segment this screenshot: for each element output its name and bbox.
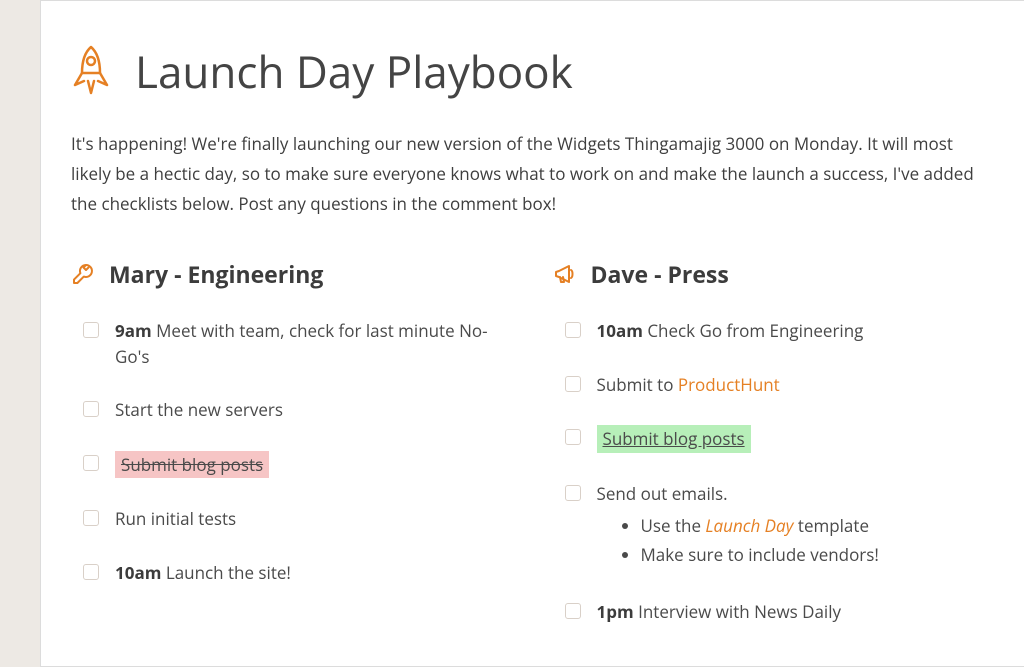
task-text: Start the new servers [115,397,513,423]
task-text: 1pm Interview with News Daily [597,599,995,625]
checkbox[interactable] [565,429,581,445]
checkbox[interactable] [83,455,99,471]
checklist-engineering: 9am Meet with team, check for last minut… [71,318,513,585]
task-body: Launch the site! [166,561,291,584]
task-time: 10am [115,561,161,584]
sub-prefix: Use the [641,514,706,537]
list-item: Submit blog posts [565,425,995,453]
list-item: 1pm Interview with News Daily [565,599,995,625]
wrench-icon [71,262,95,286]
column-engineering: Mary - Engineering 9am Meet with team, c… [71,258,513,652]
task-time: 1pm [597,600,634,623]
list-item: Start the new servers [83,397,513,423]
checkbox[interactable] [83,401,99,417]
intro-paragraph: It's happening! We're finally launching … [71,129,994,218]
section-head-engineering: Mary - Engineering [71,258,513,290]
checkbox[interactable] [83,510,99,526]
document-page: Launch Day Playbook It's happening! We'r… [40,0,1024,667]
checkbox[interactable] [83,564,99,580]
list-item: 10am Check Go from Engineering [565,318,995,344]
task-time: 9am [115,319,152,342]
task-text: Run initial tests [115,506,513,532]
task-text: 9am Meet with team, check for last minut… [115,318,513,369]
page-title: Launch Day Playbook [135,41,573,101]
task-text: Submit blog posts [115,451,513,479]
list-item: Submit to ProductHunt [565,372,995,398]
highlight-removed: Submit blog posts [115,451,269,479]
section-title-engineering: Mary - Engineering [109,258,323,290]
task-text: Submit to ProductHunt [597,372,995,398]
section-title-press: Dave - Press [591,258,729,290]
megaphone-icon [553,262,577,286]
template-link[interactable]: Launch Day [705,514,793,537]
checkbox[interactable] [83,322,99,338]
list-item: Send out emails. Use the Launch Day temp… [565,481,995,571]
section-head-press: Dave - Press [553,258,995,290]
checkbox[interactable] [565,603,581,619]
task-text: Send out emails. Use the Launch Day temp… [597,481,995,571]
checkbox[interactable] [565,376,581,392]
task-body: Send out emails. [597,482,728,505]
sub-list: Use the Launch Day template Make sure to… [597,512,995,568]
task-text: 10am Check Go from Engineering [597,318,995,344]
task-body: Interview with News Daily [638,600,841,623]
checklist-press: 10am Check Go from Engineering Submit to… [553,318,995,624]
sub-item: Use the Launch Day template [641,512,995,539]
title-row: Launch Day Playbook [71,41,994,101]
task-text: 10am Launch the site! [115,560,513,586]
column-press: Dave - Press 10am Check Go from Engineer… [553,258,995,652]
list-item: Run initial tests [83,506,513,532]
list-item: 9am Meet with team, check for last minut… [83,318,513,369]
checkbox[interactable] [565,322,581,338]
task-body: Meet with team, check for last minute No… [115,319,488,368]
rocket-icon [71,43,111,99]
columns: Mary - Engineering 9am Meet with team, c… [71,258,994,652]
highlight-added: Submit blog posts [597,425,751,453]
task-text: Submit blog posts [597,425,995,453]
task-time: 10am [597,319,643,342]
sub-item: Make sure to include vendors! [641,541,995,568]
sub-suffix: template [793,514,869,537]
list-item: 10am Launch the site! [83,560,513,586]
task-body: Check Go from Engineering [647,319,863,342]
link-producthunt[interactable]: ProductHunt [678,373,780,396]
checkbox[interactable] [565,485,581,501]
task-prefix: Submit to [597,373,678,396]
list-item: Submit blog posts [83,451,513,479]
